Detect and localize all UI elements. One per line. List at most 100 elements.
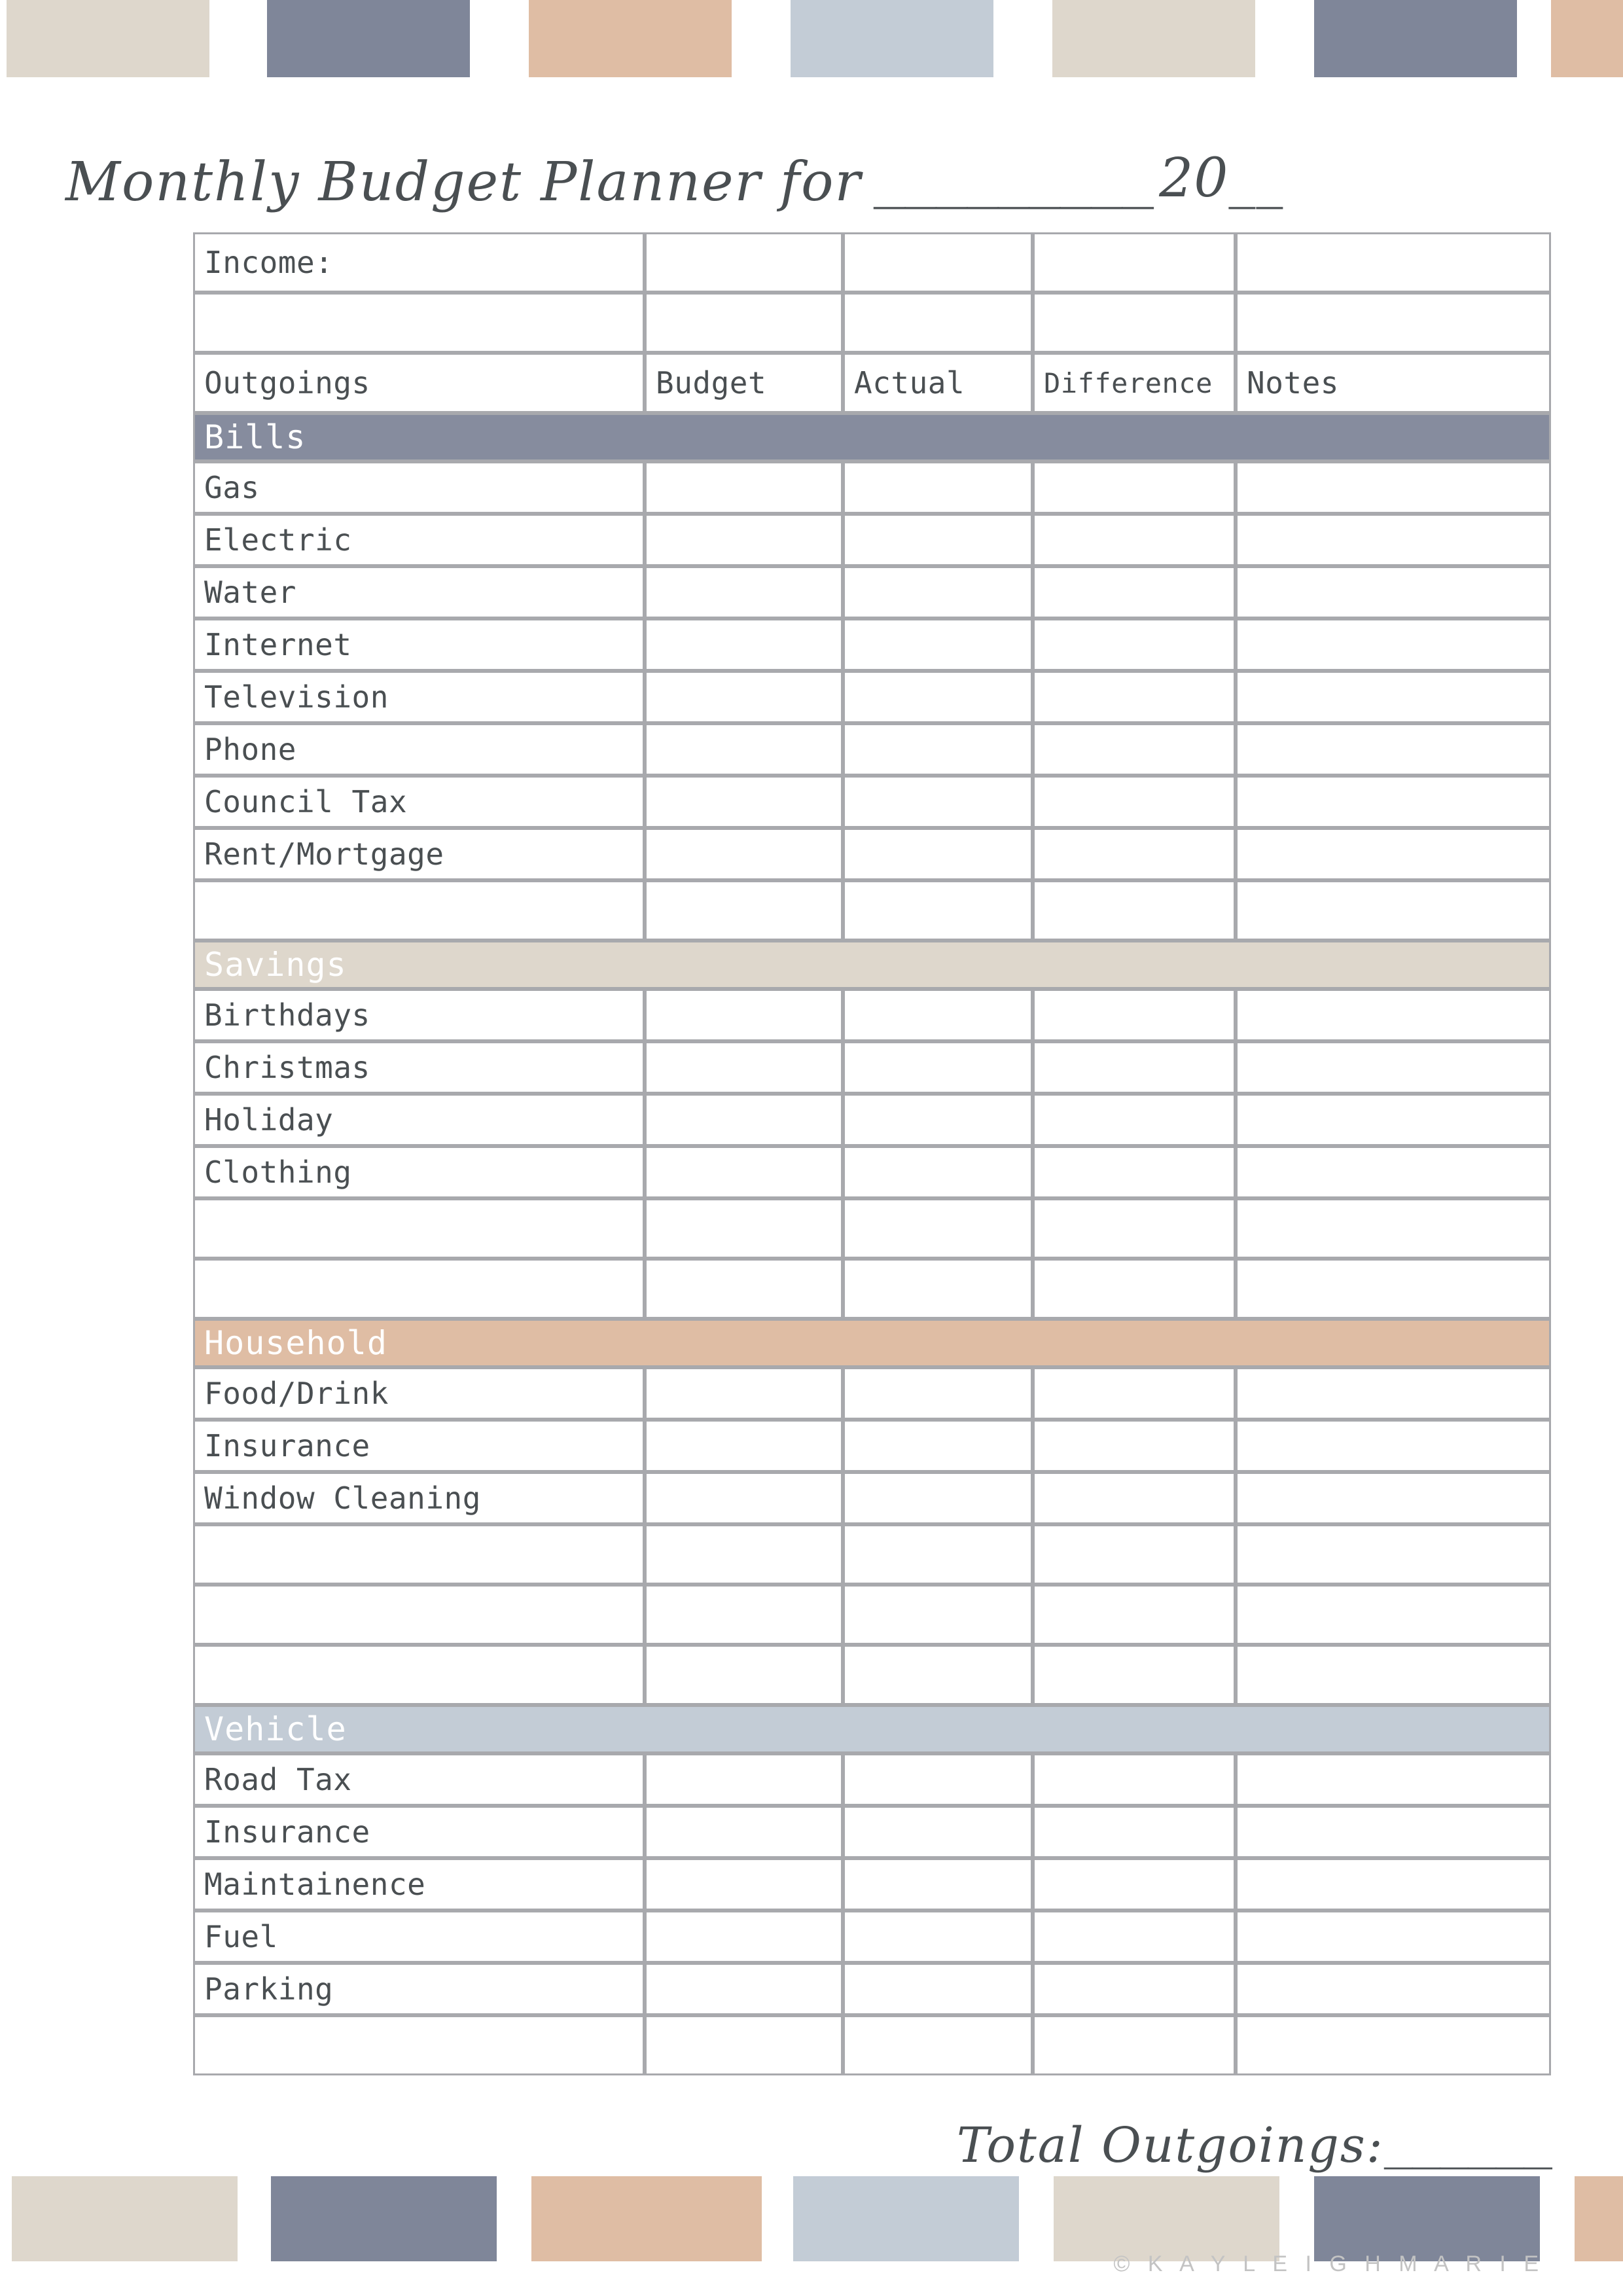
entry-cell[interactable] — [1236, 566, 1551, 619]
entry-cell[interactable] — [843, 1585, 1033, 1645]
entry-cell[interactable] — [843, 776, 1033, 828]
entry-cell[interactable] — [645, 1420, 843, 1472]
entry-cell[interactable] — [193, 1585, 645, 1645]
entry-cell[interactable] — [645, 1910, 843, 1963]
entry-cell[interactable] — [1033, 1963, 1236, 2015]
entry-cell[interactable] — [645, 461, 843, 514]
entry-cell[interactable] — [1033, 776, 1236, 828]
entry-cell[interactable] — [843, 828, 1033, 880]
entry-cell[interactable] — [1033, 1753, 1236, 1806]
entry-cell[interactable] — [843, 619, 1033, 671]
entry-cell[interactable] — [1236, 1259, 1551, 1319]
entry-cell[interactable] — [1033, 1585, 1236, 1645]
entry-cell[interactable] — [843, 461, 1033, 514]
entry-cell[interactable] — [843, 671, 1033, 723]
entry-cell[interactable] — [843, 1806, 1033, 1858]
entry-cell[interactable] — [645, 1041, 843, 1094]
entry-cell[interactable] — [193, 1524, 645, 1585]
entry-cell[interactable] — [1236, 1858, 1551, 1910]
entry-cell[interactable] — [1236, 1198, 1551, 1259]
entry-cell[interactable] — [193, 1645, 645, 1705]
entry-cell[interactable] — [1033, 461, 1236, 514]
entry-cell[interactable] — [645, 293, 843, 353]
entry-cell[interactable] — [1033, 1094, 1236, 1146]
entry-cell[interactable] — [193, 1198, 645, 1259]
entry-cell[interactable] — [645, 1259, 843, 1319]
entry-cell[interactable] — [645, 1858, 843, 1910]
entry-cell[interactable] — [645, 1472, 843, 1524]
entry-cell[interactable] — [193, 2015, 645, 2075]
entry-cell[interactable] — [1033, 1259, 1236, 1319]
entry-cell[interactable] — [843, 1858, 1033, 1910]
entry-cell[interactable] — [843, 880, 1033, 941]
entry-cell[interactable] — [1236, 2015, 1551, 2075]
entry-cell[interactable] — [1033, 671, 1236, 723]
entry-cell[interactable] — [645, 1094, 843, 1146]
entry-cell[interactable] — [843, 1910, 1033, 1963]
entry-cell[interactable] — [1033, 723, 1236, 776]
entry-cell[interactable] — [1033, 1420, 1236, 1472]
entry-cell[interactable] — [1033, 1910, 1236, 1963]
entry-cell[interactable] — [1236, 1367, 1551, 1420]
entry-cell[interactable] — [1033, 2015, 1236, 2075]
entry-cell[interactable] — [843, 232, 1033, 293]
entry-cell[interactable] — [1033, 1146, 1236, 1198]
entry-cell[interactable] — [645, 776, 843, 828]
entry-cell[interactable] — [645, 1367, 843, 1420]
entry-cell[interactable] — [1033, 1198, 1236, 1259]
entry-cell[interactable] — [645, 232, 843, 293]
entry-cell[interactable] — [645, 671, 843, 723]
entry-cell[interactable] — [1236, 1910, 1551, 1963]
entry-cell[interactable] — [1236, 1472, 1551, 1524]
entry-cell[interactable] — [1033, 1041, 1236, 1094]
entry-cell[interactable] — [843, 989, 1033, 1041]
entry-cell[interactable] — [843, 1094, 1033, 1146]
entry-cell[interactable] — [1236, 880, 1551, 941]
entry-cell[interactable] — [843, 723, 1033, 776]
entry-cell[interactable] — [843, 1420, 1033, 1472]
entry-cell[interactable] — [645, 2015, 843, 2075]
entry-cell[interactable] — [1236, 1585, 1551, 1645]
entry-cell[interactable] — [1033, 619, 1236, 671]
entry-cell[interactable] — [1236, 1146, 1551, 1198]
entry-cell[interactable] — [1236, 828, 1551, 880]
entry-cell[interactable] — [843, 1041, 1033, 1094]
entry-cell[interactable] — [843, 1524, 1033, 1585]
entry-cell[interactable] — [843, 1198, 1033, 1259]
entry-cell[interactable] — [1033, 514, 1236, 566]
entry-cell[interactable] — [193, 1259, 645, 1319]
entry-cell[interactable] — [645, 566, 843, 619]
entry-cell[interactable] — [843, 1472, 1033, 1524]
entry-cell[interactable] — [645, 880, 843, 941]
entry-cell[interactable] — [1033, 1806, 1236, 1858]
entry-cell[interactable] — [1236, 989, 1551, 1041]
entry-cell[interactable] — [843, 1753, 1033, 1806]
entry-cell[interactable] — [1236, 461, 1551, 514]
entry-cell[interactable] — [1033, 1645, 1236, 1705]
entry-cell[interactable] — [843, 566, 1033, 619]
entry-cell[interactable] — [1236, 619, 1551, 671]
entry-cell[interactable] — [1033, 828, 1236, 880]
entry-cell[interactable] — [645, 1806, 843, 1858]
entry-cell[interactable] — [1033, 1367, 1236, 1420]
entry-cell[interactable] — [1236, 232, 1551, 293]
entry-cell[interactable] — [645, 1645, 843, 1705]
entry-cell[interactable] — [645, 989, 843, 1041]
entry-cell[interactable] — [645, 1753, 843, 1806]
entry-cell[interactable] — [843, 1645, 1033, 1705]
entry-cell[interactable] — [1236, 1806, 1551, 1858]
entry-cell[interactable] — [1236, 1420, 1551, 1472]
entry-cell[interactable] — [843, 1367, 1033, 1420]
entry-cell[interactable] — [1033, 1472, 1236, 1524]
entry-cell[interactable] — [1236, 776, 1551, 828]
entry-cell[interactable] — [1033, 232, 1236, 293]
entry-cell[interactable] — [843, 293, 1033, 353]
entry-cell[interactable] — [843, 1963, 1033, 2015]
entry-cell[interactable] — [645, 828, 843, 880]
entry-cell[interactable] — [1236, 293, 1551, 353]
entry-cell[interactable] — [1033, 293, 1236, 353]
entry-cell[interactable] — [645, 1963, 843, 2015]
entry-cell[interactable] — [1033, 1858, 1236, 1910]
entry-cell[interactable] — [1236, 1963, 1551, 2015]
entry-cell[interactable] — [1033, 989, 1236, 1041]
